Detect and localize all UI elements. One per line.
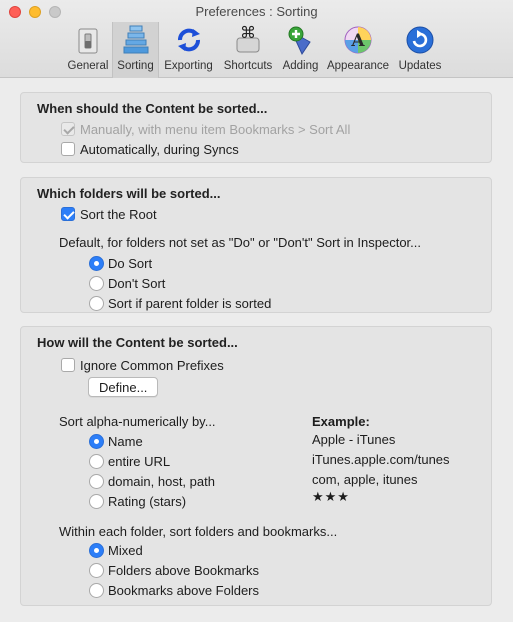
- tab-exporting[interactable]: Exporting: [159, 22, 218, 78]
- radio-label: Name: [108, 433, 143, 449]
- manually-label: Manually, with menu item Bookmarks > Sor…: [80, 121, 351, 137]
- tab-label: Updates: [398, 60, 442, 72]
- radio-dont-sort[interactable]: [89, 275, 104, 291]
- how-sorted-heading: How will the Content be sorted...: [37, 335, 238, 350]
- switch-icon: [78, 28, 98, 54]
- which-folders-group: Which folders will be sorted... Sort the…: [20, 177, 492, 313]
- auto-sync-label: Automatically, during Syncs: [80, 141, 239, 157]
- radio-bookmarks-above-row[interactable]: Bookmarks above Folders: [89, 581, 259, 599]
- tab-label: Sorting: [117, 60, 154, 72]
- radio-mixed-row[interactable]: Mixed: [89, 541, 143, 559]
- radio-label: Sort if parent folder is sorted: [108, 295, 272, 311]
- radio-label: Rating (stars): [108, 493, 187, 509]
- tab-adding[interactable]: Adding: [278, 22, 323, 78]
- title-bar: Preferences : Sorting General Sorting Ex…: [0, 0, 513, 78]
- radio-name[interactable]: [89, 433, 104, 449]
- when-sorted-heading: When should the Content be sorted...: [37, 101, 268, 116]
- sort-root-checkbox-row[interactable]: Sort the Root: [61, 205, 157, 223]
- preferences-window: Preferences : Sorting General Sorting Ex…: [0, 0, 513, 622]
- sort-alpha-label: Sort alpha-numerically by...: [59, 414, 216, 429]
- tab-label: Exporting: [164, 60, 213, 72]
- tab-sorting[interactable]: Sorting: [112, 22, 159, 78]
- radio-domain[interactable]: [89, 473, 104, 489]
- svg-text:A: A: [350, 31, 365, 51]
- radio-label: Bookmarks above Folders: [108, 582, 260, 598]
- ignore-prefixes-checkbox[interactable]: [61, 358, 75, 372]
- ignore-prefixes-label: Ignore Common Prefixes: [80, 357, 224, 373]
- radio-label: Mixed: [108, 542, 143, 558]
- define-button[interactable]: Define...: [88, 377, 159, 397]
- auto-sync-checkbox[interactable]: [61, 142, 75, 156]
- radio-mixed[interactable]: [89, 542, 104, 558]
- radio-entire-url-row[interactable]: entire URL: [89, 452, 170, 470]
- radio-sort-if-parent[interactable]: [89, 295, 104, 311]
- command-key-icon: ⌘: [236, 24, 260, 53]
- window-title: Preferences : Sorting: [195, 4, 318, 19]
- add-bookmark-icon: [288, 26, 311, 56]
- which-folders-heading: Which folders will be sorted...: [37, 186, 221, 201]
- radio-label: domain, host, path: [108, 473, 215, 489]
- tab-label: General: [67, 60, 109, 72]
- tab-shortcuts[interactable]: ⌘ Shortcuts: [218, 22, 278, 78]
- radio-do-sort[interactable]: [89, 255, 104, 271]
- radio-bookmarks-above[interactable]: [89, 582, 104, 598]
- example-domain: com, apple, itunes: [312, 472, 418, 487]
- tab-general[interactable]: General: [64, 22, 112, 78]
- radio-entire-url[interactable]: [89, 453, 104, 469]
- radio-folders-above-row[interactable]: Folders above Bookmarks: [89, 561, 259, 579]
- ignore-prefixes-checkbox-row[interactable]: Ignore Common Prefixes: [61, 356, 224, 374]
- tab-label: Shortcuts: [223, 60, 273, 72]
- how-sorted-group: How will the Content be sorted... Ignore…: [20, 326, 492, 606]
- tab-label: Adding: [282, 60, 319, 72]
- sort-icon: [123, 25, 148, 54]
- manually-checkbox-row: Manually, with menu item Bookmarks > Sor…: [61, 120, 350, 138]
- sync-arrows-icon: [177, 28, 200, 52]
- default-folders-text: Default, for folders not set as "Do" or …: [59, 235, 421, 250]
- radio-label: entire URL: [108, 453, 171, 469]
- radio-dont-sort-row[interactable]: Don't Sort: [89, 274, 165, 292]
- radio-label: Do Sort: [108, 255, 153, 271]
- sort-root-label: Sort the Root: [80, 206, 157, 222]
- radio-label: Folders above Bookmarks: [108, 562, 260, 578]
- manually-checkbox: [61, 122, 75, 136]
- radio-do-sort-row[interactable]: Do Sort: [89, 254, 152, 272]
- auto-sync-checkbox-row[interactable]: Automatically, during Syncs: [61, 140, 239, 158]
- radio-folders-above[interactable]: [89, 562, 104, 578]
- example-rating-stars: ★★★: [312, 490, 350, 505]
- example-heading: Example:: [312, 414, 370, 429]
- radio-rating-row[interactable]: Rating (stars): [89, 492, 186, 510]
- tab-appearance[interactable]: A Appearance: [323, 22, 393, 78]
- radio-name-row[interactable]: Name: [89, 432, 143, 450]
- radio-label: Don't Sort: [108, 275, 166, 291]
- svg-text:⌘: ⌘: [240, 24, 256, 42]
- tab-updates[interactable]: Updates: [393, 22, 447, 78]
- radio-domain-row[interactable]: domain, host, path: [89, 472, 215, 490]
- appearance-icon: A: [344, 26, 372, 54]
- radio-rating[interactable]: [89, 493, 104, 509]
- update-icon: [406, 26, 434, 54]
- tab-label: Appearance: [326, 60, 390, 72]
- sort-root-checkbox[interactable]: [61, 207, 75, 221]
- example-entire-url: iTunes.apple.com/tunes: [312, 452, 450, 467]
- example-name: Apple - iTunes: [312, 432, 396, 447]
- when-sorted-group: When should the Content be sorted... Man…: [20, 92, 492, 163]
- radio-sort-if-parent-row[interactable]: Sort if parent folder is sorted: [89, 294, 271, 312]
- within-folder-label: Within each folder, sort folders and boo…: [59, 524, 338, 539]
